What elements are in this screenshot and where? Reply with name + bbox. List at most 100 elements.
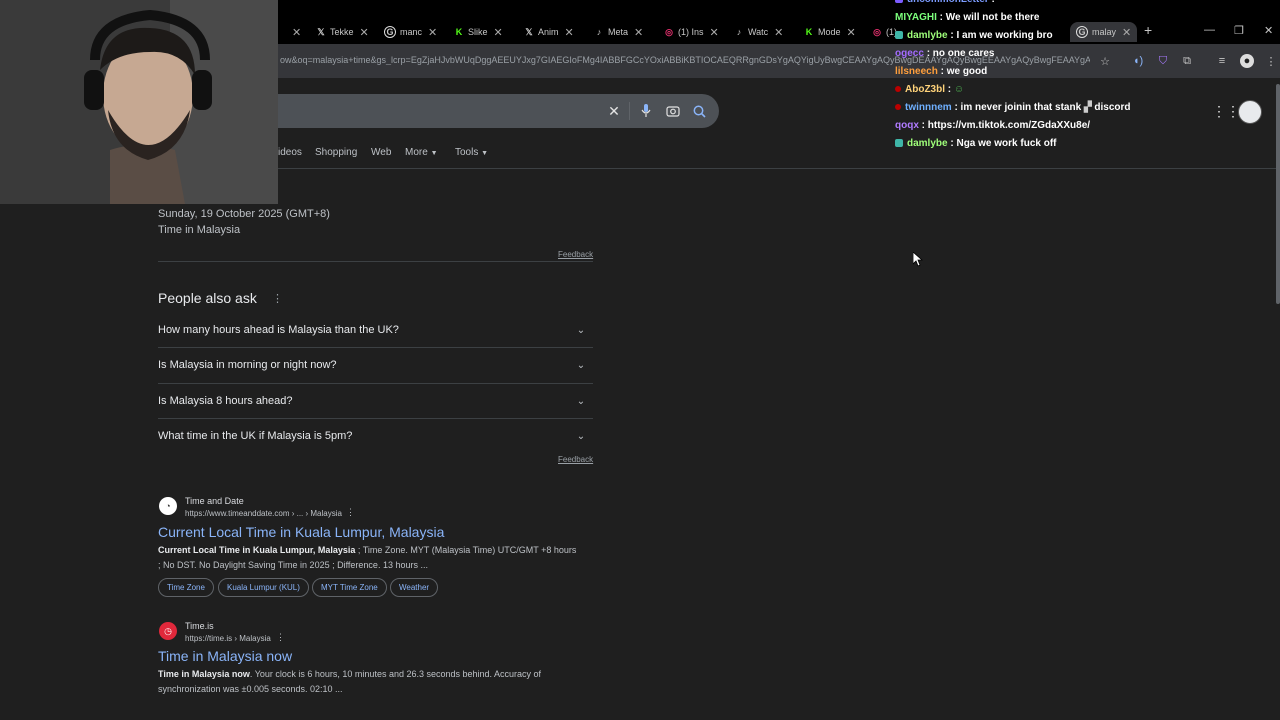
account-avatar[interactable] [1238,100,1262,124]
chat-text: : [947,84,952,95]
result-url[interactable]: https://www.timeanddate.com › ... › Mala… [185,509,342,518]
result-title-link[interactable]: Current Local Time in Kuala Lumpur, Mala… [158,524,444,540]
emote-icon: ▞ [1083,102,1092,113]
paa-question[interactable]: How many hours ahead is Malaysia than th… [158,324,399,336]
tab-3[interactable]: K Slike ✕ [454,22,503,42]
chip-time-zone[interactable]: Time Zone [158,578,214,597]
chat-username: twinnnem [905,102,952,113]
media-control-icon[interactable]: ≡ [1215,54,1229,68]
feedback-link[interactable]: Feedback [558,250,593,259]
chat-badge-icon [895,0,903,4]
tab-more[interactable]: More ▼ [405,147,438,158]
close-icon[interactable]: ✕ [494,26,503,39]
chat-username: MIYAGHI [895,12,937,23]
extension-audio-icon[interactable]: ◖) [1131,54,1145,68]
tab-7[interactable]: ♪ Watc ✕ [734,22,784,42]
tab-web[interactable]: Web [371,147,391,158]
tab-label: Anim [538,27,559,37]
feedback-link[interactable]: Feedback [558,455,593,464]
kick-icon: K [455,27,463,37]
search-input[interactable]: ✕ [270,94,719,128]
tools-label: Tools [455,147,479,158]
profile-avatar-icon[interactable]: ● [1240,54,1254,68]
bookmark-star-icon[interactable]: ☆ [1098,54,1112,68]
chat-text: : Nga we work fuck off [950,138,1057,149]
close-icon[interactable]: ✕ [847,26,856,39]
clear-search-icon[interactable]: ✕ [606,103,622,119]
tab-5[interactable]: ♪ Meta ✕ [594,22,643,42]
new-tab-icon[interactable]: + [1144,22,1152,38]
chat-username: damlybe [907,138,948,149]
search-divider [629,102,630,120]
chip-weather[interactable]: Weather [390,578,439,597]
chat-username: damlybe [907,30,948,41]
chat-badge-icon [895,104,901,111]
tiktok-icon: ♪ [736,27,742,37]
paa-question[interactable]: Is Malaysia 8 hours ahead? [158,395,293,407]
close-icon[interactable]: ✕ [634,26,643,39]
caret-down-icon: ▼ [430,150,438,157]
microphone-icon[interactable] [638,103,654,119]
search-icon[interactable] [691,103,707,119]
lens-camera-icon[interactable] [665,103,681,119]
chat-message: damlybe : Nga we work fuck off [895,138,1056,149]
snippet-text: ; No DST. No Daylight Saving Time in 202… [158,559,428,570]
chat-message: lilsneech : we good [895,66,987,77]
tab-label: malay [1092,27,1117,37]
chat-username: qoqx [895,120,919,131]
menu-kebab-icon[interactable]: ⋮ [1264,54,1278,68]
page-scrollbar[interactable] [1276,84,1280,304]
more-options-icon[interactable]: ⋮ [276,632,285,643]
chevron-down-icon[interactable]: ⌄ [572,321,590,339]
tab-label: Tekke [330,27,354,37]
tab-9[interactable]: ◎ (1) [872,22,897,42]
tab-shopping[interactable]: Shopping [315,147,357,158]
close-icon[interactable]: ✕ [710,26,719,39]
more-options-icon[interactable]: ⋮ [272,292,283,305]
extensions-puzzle-icon[interactable]: ⧉ [1180,54,1194,68]
chip-kuala-lumpur[interactable]: Kuala Lumpur (KUL) [218,578,309,597]
close-window-icon[interactable]: ✕ [1264,24,1273,37]
close-icon[interactable]: ✕ [565,26,574,39]
chip-myt-time-zone[interactable]: MYT Time Zone [312,578,387,597]
x-logo-icon: 𝕏 [525,26,533,37]
paa-question[interactable]: Is Malaysia in morning or night now? [158,359,337,371]
result-site-name: Time.is [185,621,214,631]
x-logo-icon: 𝕏 [317,26,325,37]
tab-label: Meta [608,27,629,37]
tab-0[interactable]: ✕ [286,22,301,42]
tab-2[interactable]: Gmanc ✕ [384,22,437,42]
google-icon: G [384,26,396,38]
paa-question[interactable]: What time in the UK if Malaysia is 5pm? [158,430,352,442]
chat-badge-icon [895,139,903,148]
tools-button[interactable]: Tools ▼ [455,147,488,158]
result-title-link[interactable]: Time in Malaysia now [158,648,292,664]
chat-username: ogecc [895,48,924,59]
close-icon[interactable]: ✕ [292,26,301,39]
chevron-down-icon[interactable]: ⌄ [572,392,590,410]
result-snippet: Time in Malaysia now. Your clock is 6 ho… [158,667,598,696]
close-icon[interactable]: ✕ [774,26,783,39]
tab-6[interactable]: ◎ (1) Ins ✕ [664,22,719,42]
result-url[interactable]: https://time.is › Malaysia [185,634,271,643]
more-options-icon[interactable]: ⋮ [346,507,355,518]
tab-4[interactable]: 𝕏 Anim ✕ [524,22,574,42]
snippet-bold: Current Local Time in Kuala Lumpur, Mala… [158,545,356,555]
minimize-icon[interactable]: — [1204,24,1215,36]
tab-active-malaysia[interactable]: Gmalay ✕ [1070,22,1138,42]
tab-1[interactable]: 𝕏 Tekke ✕ [316,22,369,42]
shield-extension-icon[interactable]: ⛉ [1156,54,1170,68]
chevron-down-icon[interactable]: ⌄ [572,356,590,374]
chat-badge-icon [895,86,901,93]
close-icon[interactable]: ✕ [1122,26,1131,39]
close-icon[interactable]: ✕ [360,26,369,39]
emote-icon: ☺ [953,84,965,95]
chevron-down-icon[interactable]: ⌄ [572,427,590,445]
restore-icon[interactable]: ❐ [1234,24,1244,37]
tab-8[interactable]: K Mode ✕ [804,22,856,42]
tab-videos[interactable]: ideos [278,147,302,158]
close-icon[interactable]: ✕ [428,26,437,39]
caret-down-icon: ▼ [481,150,489,157]
kick-icon: K [805,27,813,37]
instagram-icon: ◎ [873,26,881,37]
